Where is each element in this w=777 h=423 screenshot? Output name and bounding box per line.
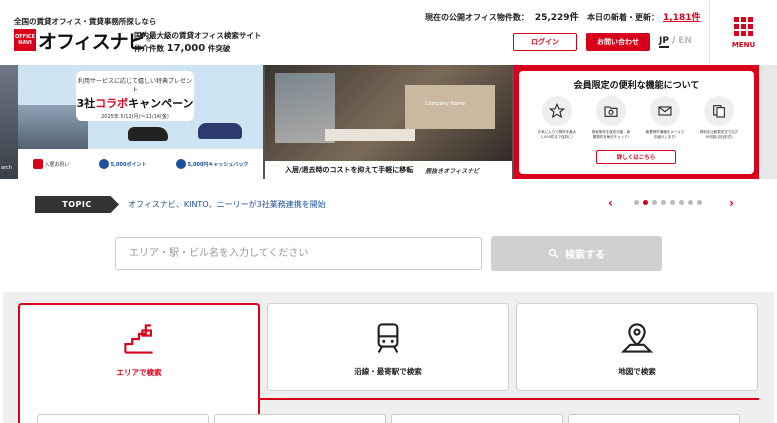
member-features-card: 会員限定の便利な機能について お気に入りで物件を最大1,000件まで保存に! 検… <box>519 71 754 174</box>
campaign-benefits: 入居お祝い 5,000ポイント 5,000円キャッシュバック <box>18 149 263 179</box>
listing-count: 現在の公開オフィス物件数： 25,229件 <box>425 13 579 23</box>
broker-count: 仲介件数 17,000 件突破 <box>134 43 231 54</box>
site-logo[interactable]: OFFICE NAVI オフィスナビ ® <box>14 27 152 53</box>
carousel-dots <box>634 200 702 205</box>
active-tab-underline <box>259 398 759 400</box>
site-subtitle: 国内最大級の賃貸オフィス検索サイト <box>134 31 262 40</box>
logo-text: オフィスナビ <box>38 30 147 53</box>
topic-label: TOPIC <box>35 196 119 213</box>
search-mode-label: エリアで検索 <box>116 368 162 377</box>
search-mode-label: 地図で検索 <box>618 367 656 376</box>
company-sign: Company Name <box>425 101 466 107</box>
feature-comparison: 資料を比較表形式で出力が可能(当社形式) <box>699 96 739 140</box>
search-button-label: 検索する <box>565 250 605 261</box>
carousel-dot[interactable] <box>697 200 702 205</box>
banner-campaign[interactable]: 利用サービスに応じて嬉しい特典プレゼント 3社コラボキャンペーン 2025年 5… <box>18 65 263 179</box>
logo-badge: OFFICE NAVI <box>14 29 36 51</box>
search-icon <box>548 248 559 259</box>
region-tile[interactable] <box>391 414 563 423</box>
carousel-dot[interactable] <box>688 200 693 205</box>
folder-search-icon <box>596 96 626 126</box>
search-mode-label: 沿線・最寄駅で検索 <box>354 367 422 376</box>
search-button[interactable]: 検索する <box>491 236 662 271</box>
banner-carousel: arch 利用サービスに応じて嬉しい特典プレゼント 3社コラボキャンペーン 20… <box>0 65 777 179</box>
login-button[interactable]: ログイン <box>513 33 577 51</box>
documents-icon <box>704 96 734 126</box>
chevron-right-icon[interactable]: › <box>729 196 734 210</box>
member-features-title: 会員限定の便利な機能について <box>573 81 700 91</box>
banner-inuki-office[interactable]: Company Name 入居/退去時のコストを抑えて手軽に移転 居抜きオフィス… <box>265 65 512 179</box>
chevron-left-icon[interactable]: ‹ <box>608 196 613 210</box>
region-tile[interactable] <box>37 414 209 423</box>
carousel-dot[interactable] <box>643 200 648 205</box>
feature-saved-search: 検索条件を保存可能、新着物件を毎日チェック! <box>591 96 631 140</box>
search-input[interactable] <box>115 237 482 270</box>
region-tile[interactable] <box>214 414 386 423</box>
region-tile[interactable] <box>568 414 740 423</box>
page: 全国の賃貸オフィス・賃貸事務所探しなら OFFICE NAVI オフィスナビ ® … <box>0 0 777 423</box>
member-details-button[interactable]: 詳しくはこちら <box>596 150 676 164</box>
grid-menu-icon <box>734 16 753 36</box>
menu-label: MENU <box>731 40 756 49</box>
lang-jp[interactable]: JP <box>659 36 669 48</box>
carousel-dot[interactable] <box>679 200 684 205</box>
reception-wall <box>405 85 495 129</box>
carousel-dot[interactable] <box>634 200 639 205</box>
banner-caption: 入居/退去時のコストを抑えて手軽に移転 居抜きオフィスナビ <box>265 161 512 179</box>
menu-button[interactable]: MENU <box>710 0 777 65</box>
car-image <box>128 127 168 141</box>
new-listing-count: 本日の新着・更新： 1,181件 <box>587 13 701 23</box>
car-image <box>198 123 242 139</box>
feature-favorites: お気に入りで物件を最大1,000件まで保存に! <box>537 96 577 140</box>
banner-member-features[interactable]: 会員限定の便利な機能について お気に入りで物件を最大1,000件まで保存に! 検… <box>514 65 759 179</box>
search-by-area-tab[interactable]: エリアで検索 <box>18 303 260 423</box>
map-pin-icon <box>620 323 654 353</box>
reception-desk <box>325 129 415 141</box>
carousel-dot[interactable] <box>661 200 666 205</box>
train-icon <box>377 323 399 353</box>
points-icon <box>98 159 109 169</box>
mail-icon <box>650 96 680 126</box>
cashback-icon <box>175 159 186 169</box>
search-by-map-tab[interactable]: 地図で検索 <box>516 303 758 391</box>
feature-email-alert: 新着物件情報をメールでお届けします! <box>645 96 685 140</box>
campaign-card: 利用サービスに応じて嬉しい特典プレゼント 3社コラボキャンペーン 2025年 5… <box>76 71 194 121</box>
contact-button[interactable]: お問い合わせ <box>586 33 650 51</box>
new-count-link[interactable]: 1,181件 <box>663 13 700 23</box>
language-switcher: JP / EN <box>659 36 692 48</box>
carousel-dot[interactable] <box>670 200 675 205</box>
carousel-dot[interactable] <box>652 200 657 205</box>
site-header: 全国の賃貸オフィス・賃貸事務所探しなら OFFICE NAVI オフィスナビ ® … <box>0 0 777 65</box>
area-map-icon <box>124 324 153 354</box>
star-icon <box>542 96 572 126</box>
banner-prev-peek[interactable]: arch <box>0 65 18 179</box>
tagline: 全国の賃貸オフィス・賃貸事務所探しなら <box>14 17 157 26</box>
search-by-station-tab[interactable]: 沿線・最寄駅で検索 <box>267 303 509 391</box>
gift-icon <box>32 159 43 169</box>
banner-next-peek[interactable] <box>759 65 777 179</box>
topic-link[interactable]: オフィスナビ、KINTO、ニーリーが3社業務連携を開始 <box>128 199 326 210</box>
lang-en[interactable]: EN <box>678 36 692 46</box>
